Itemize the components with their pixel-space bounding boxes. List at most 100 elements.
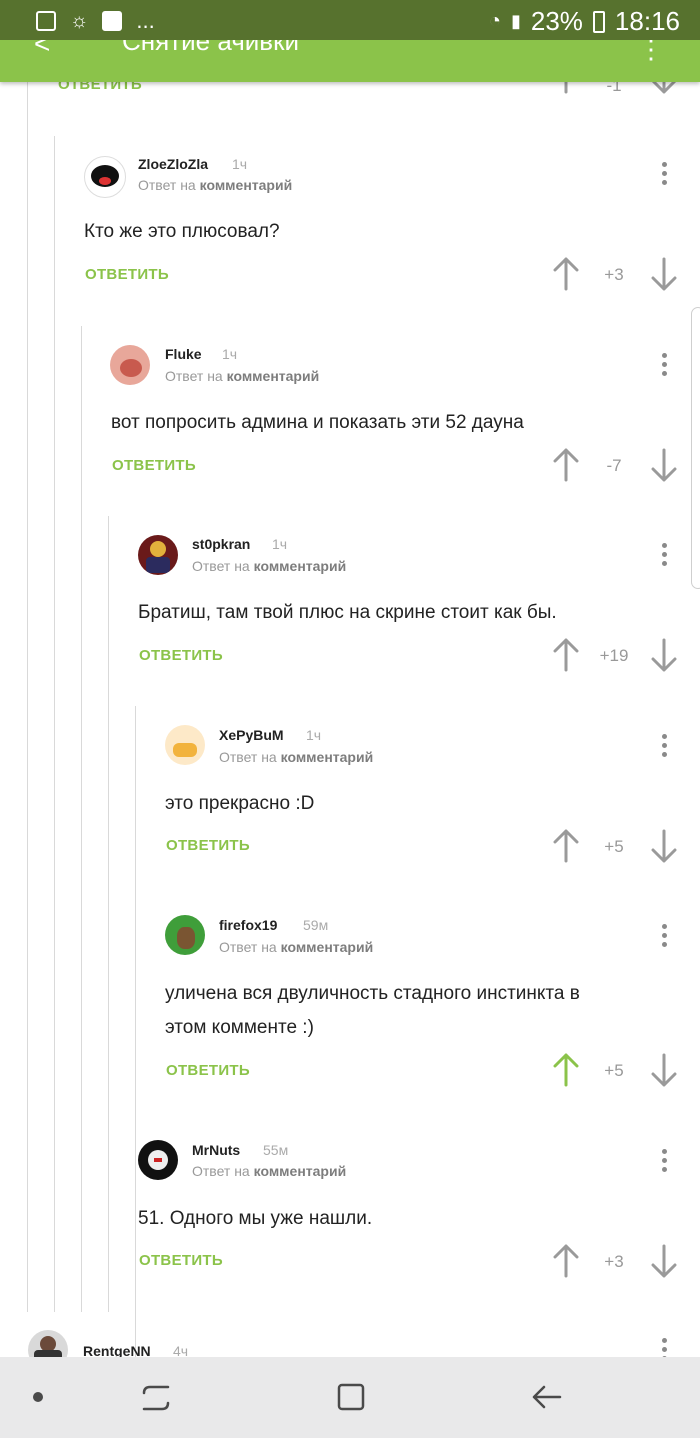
arrow-up-icon[interactable] — [551, 1053, 581, 1087]
more-vertical-icon[interactable] — [654, 543, 674, 567]
battery-percent: 23% — [530, 6, 583, 36]
page-title: Снятие ачивки — [122, 40, 299, 56]
arrow-down-icon[interactable] — [649, 829, 679, 863]
reply-button[interactable]: ОТВЕТИТЬ — [166, 1062, 250, 1079]
arrow-down-icon[interactable] — [649, 257, 679, 291]
more-notifications-text: ... — [136, 8, 155, 33]
battery-icon — [592, 10, 605, 33]
reply-target-link[interactable]: комментарий — [281, 939, 374, 955]
header-more-icon[interactable]: ⋮ — [638, 40, 664, 65]
avatar[interactable] — [28, 1330, 68, 1357]
status-bar-notifications: ☼ ... — [36, 8, 155, 34]
avatar[interactable] — [138, 535, 178, 575]
system-navigation-bar — [0, 1357, 700, 1438]
weather-notification-icon: ☼ — [70, 9, 89, 32]
score: -1 — [606, 82, 622, 95]
reply-target-link[interactable]: комментарий — [227, 368, 320, 384]
reply-button[interactable]: ОТВЕТИТЬ — [139, 1252, 223, 1269]
arrow-down-icon[interactable] — [649, 1053, 679, 1087]
arrow-up-icon[interactable] — [551, 257, 581, 291]
reply-to: Ответ на комментарий — [165, 368, 320, 384]
recent-apps-icon[interactable] — [140, 1381, 172, 1415]
avatar[interactable] — [138, 1140, 178, 1180]
status-bar: ☼ ... ◔ ▮ 23% 18:16 — [0, 0, 700, 40]
author-name[interactable]: XePyBuM — [219, 727, 284, 743]
back-icon[interactable] — [530, 1381, 564, 1413]
score: +5 — [604, 1061, 624, 1080]
arrow-down-icon[interactable] — [649, 638, 679, 672]
arrow-up-icon[interactable] — [551, 638, 581, 672]
back-arrow-icon[interactable]: < — [34, 40, 50, 60]
comment-text: Кто же это плюсовал? — [84, 221, 280, 242]
score: +19 — [599, 646, 629, 665]
author-name[interactable]: Fluke — [165, 346, 202, 362]
reply-button[interactable]: ОТВЕТИТЬ — [112, 457, 196, 474]
avatar[interactable] — [84, 156, 126, 198]
reply-to: Ответ на комментарий — [138, 177, 293, 193]
comment-text: Братиш, там твой плюс на скрине стоит ка… — [138, 602, 557, 623]
comment-text: уличена вся двуличность стадного инстинк… — [165, 983, 580, 1038]
score: +3 — [604, 1252, 624, 1271]
arrow-down-icon[interactable] — [649, 1244, 679, 1278]
comments-list[interactable]: ОТВЕТИТЬ -1 ZloeZloZla 1ч Ответ на комме… — [0, 82, 700, 1357]
author-name[interactable]: st0pkran — [192, 536, 250, 552]
avatar[interactable] — [110, 345, 150, 385]
arrow-up-icon[interactable] — [551, 829, 581, 863]
author-name[interactable]: RentgeNN — [83, 1343, 151, 1357]
arrow-up-icon[interactable] — [551, 448, 581, 482]
reply-target-link[interactable]: комментарий — [281, 749, 374, 765]
scroll-handle[interactable] — [691, 307, 700, 589]
image-notification-icon — [36, 11, 56, 31]
home-icon[interactable] — [335, 1381, 367, 1413]
app-header: < Снятие ачивки ⋮ — [0, 40, 700, 82]
score: +5 — [604, 837, 624, 856]
arrow-down-icon[interactable] — [649, 82, 679, 94]
more-vertical-icon[interactable] — [654, 162, 674, 186]
more-vertical-icon[interactable] — [654, 353, 674, 377]
comment-time: 1ч — [272, 536, 288, 552]
arrow-down-icon[interactable] — [649, 448, 679, 482]
thread-line — [135, 706, 136, 1357]
comment-time: 1ч — [306, 727, 322, 743]
comment-text: вот попросить админа и показать эти 52 д… — [111, 412, 524, 433]
reply-to: Ответ на комментарий — [219, 749, 374, 765]
reply-target-link[interactable]: комментарий — [200, 177, 293, 193]
status-bar-system: ◔ ▮ 23% 18:16 — [489, 6, 680, 37]
score: -7 — [606, 456, 622, 475]
more-vertical-icon[interactable] — [654, 1149, 674, 1173]
avatar[interactable] — [165, 725, 205, 765]
thread-line — [81, 326, 82, 1312]
comment-time: 1ч — [232, 156, 248, 172]
signal-icon: ▮ — [510, 11, 521, 31]
comment-time: 59м — [303, 917, 329, 933]
arrow-up-icon[interactable] — [551, 1244, 581, 1278]
thread-line — [27, 82, 28, 1312]
thread-line — [54, 136, 55, 1312]
author-name[interactable]: firefox19 — [219, 917, 277, 933]
comment-text: 51. Одного мы уже нашли. — [138, 1208, 373, 1229]
comment-time: 1ч — [222, 346, 238, 362]
reply-button[interactable]: ОТВЕТИТЬ — [139, 647, 223, 664]
reply-to: Ответ на комментарий — [192, 1163, 347, 1179]
comment-time: 55м — [263, 1142, 289, 1158]
score: +3 — [604, 265, 624, 284]
more-vertical-icon[interactable] — [654, 1338, 674, 1357]
avatar[interactable] — [165, 915, 205, 955]
reply-to: Ответ на комментарий — [192, 558, 347, 574]
more-vertical-icon[interactable] — [654, 924, 674, 948]
reply-target-link[interactable]: комментарий — [254, 1163, 347, 1179]
reply-to: Ответ на комментарий — [219, 939, 374, 955]
reply-target-link[interactable]: комментарий — [254, 558, 347, 574]
arrow-up-icon[interactable] — [551, 82, 581, 94]
nav-dot-icon[interactable] — [33, 1392, 43, 1402]
reply-button[interactable]: ОТВЕТИТЬ — [58, 82, 142, 93]
wifi-icon: ◔ — [488, 10, 501, 32]
reply-button[interactable]: ОТВЕТИТЬ — [166, 837, 250, 854]
reply-button[interactable]: ОТВЕТИТЬ — [85, 266, 169, 283]
comment-text: это прекрасно :D — [165, 793, 315, 814]
more-vertical-icon[interactable] — [654, 734, 674, 758]
thread-line — [108, 516, 109, 1312]
author-name[interactable]: ZloeZloZla — [138, 156, 208, 172]
author-name[interactable]: MrNuts — [192, 1142, 240, 1158]
clock: 18:16 — [614, 6, 680, 36]
